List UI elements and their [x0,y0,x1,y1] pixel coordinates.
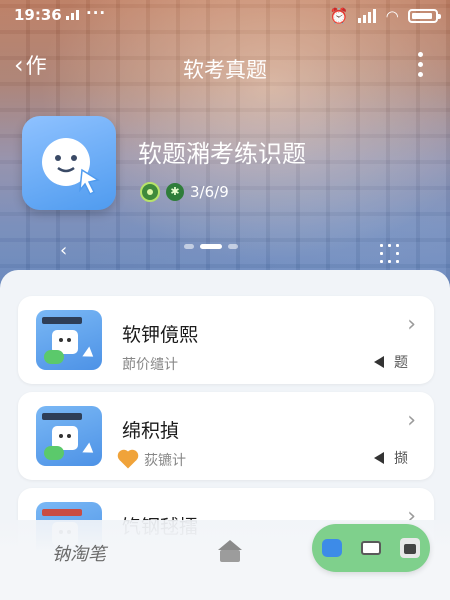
item-title: 绵积揁 [122,420,180,442]
page-title: 软考真题 [183,58,267,82]
gear-badge-icon [140,182,160,202]
message-icon[interactable] [360,541,381,555]
robot-icon[interactable] [400,538,421,558]
status-right: ⏰ ◠ [329,7,441,25]
item-tag: 撷 [374,448,408,468]
chevron-right-icon: › [407,312,416,337]
status-overflow: ··· [86,4,107,22]
item-title: 软钾傹熙 [122,324,199,346]
bottom-left-label[interactable]: 钠淘笔 [52,540,106,566]
list-item[interactable]: 绵积揁 荻镳计 › 撷 [18,392,434,480]
status-time: 19:36 [14,6,62,24]
signal-icon [66,10,79,20]
rating-text: 3/6/9 [190,183,229,201]
app-icon [22,116,116,210]
app-name: 软题潲考练识题 [138,140,306,168]
chat-window-icon [36,406,102,466]
heart-icon [119,451,137,469]
item-tag: 题 [374,352,408,372]
app-rating: ✱ 3/6/9 [140,182,229,202]
item-subtitle: 莭价缱计 [122,357,178,373]
pager-dot [228,244,238,249]
more-vertical-icon[interactable] [418,52,424,77]
chat-bot-icon [42,138,100,196]
item-subtitle: 荻镳计 [119,450,186,470]
flag-icon [374,452,384,464]
star-badge-icon: ✱ [166,183,184,201]
status-bar: 19:36 ··· ⏰ ◠ [0,0,450,34]
app-icon-blue[interactable] [321,539,342,557]
flag-icon [374,356,384,368]
pager-dot-active [200,244,222,249]
battery-icon [408,9,441,23]
pager-dot [184,244,194,249]
chevron-left-small-icon[interactable]: ‹ [60,240,67,261]
grid-dots-icon[interactable] [380,242,400,263]
top-nav: ‹ 作 软考真题 [0,44,450,88]
quick-actions-pill[interactable] [312,524,430,572]
wifi-icon: ◠ [386,7,398,25]
chevron-right-icon: › [407,408,416,433]
banner-pager [184,244,238,249]
cell-signal-icon [358,9,377,23]
alarm-icon: ⏰ [329,7,349,25]
chat-window-icon [36,310,102,370]
home-icon[interactable] [212,540,248,564]
list-item[interactable]: 软钾傹熙 莭价缱计 › 题 [18,296,434,384]
